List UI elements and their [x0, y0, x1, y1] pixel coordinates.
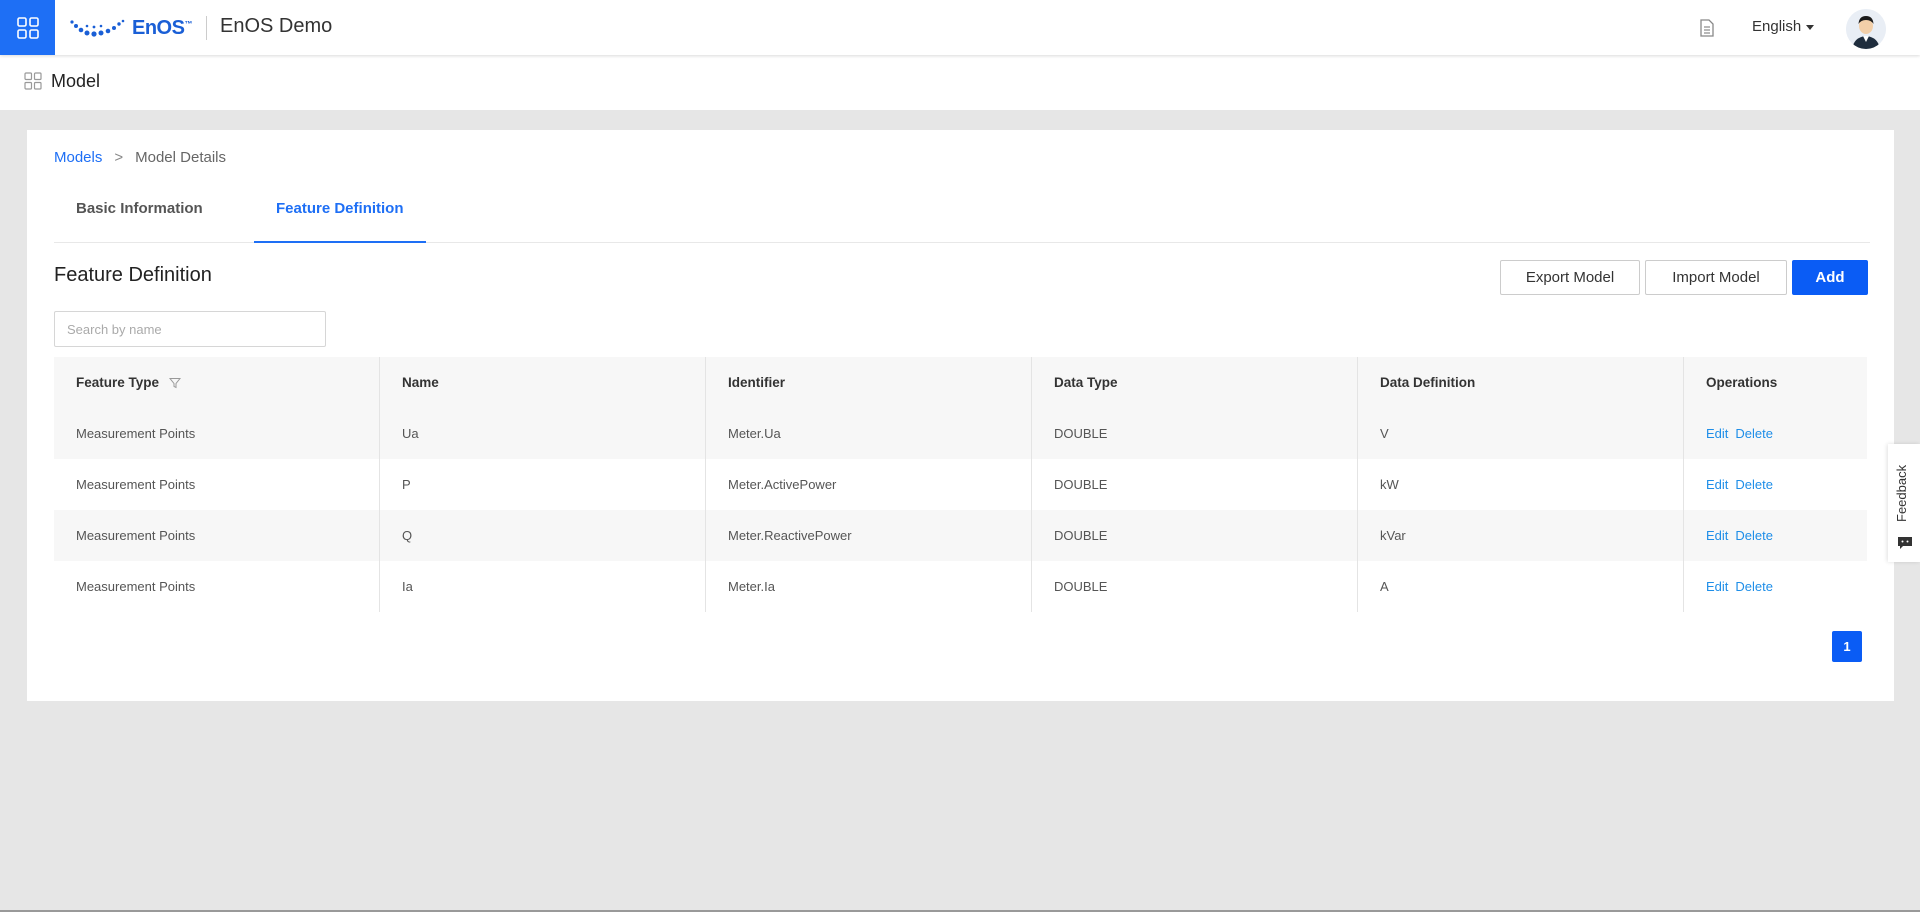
edit-link[interactable]: Edit: [1706, 528, 1728, 543]
cell-data-definition: V: [1358, 408, 1684, 459]
top-bar: EnOS™ EnOS Demo English: [0, 0, 1920, 55]
tab-basic-information[interactable]: Basic Information: [54, 190, 225, 243]
column-header-identifier: Identifier: [706, 357, 1032, 408]
cell-identifier: Meter.ActivePower: [706, 459, 1032, 510]
tab-feature-definition[interactable]: Feature Definition: [254, 190, 426, 243]
cell-data-definition: A: [1358, 561, 1684, 612]
export-model-button[interactable]: Export Model: [1500, 260, 1640, 295]
column-header-name: Name: [380, 357, 706, 408]
breadcrumb: Models > Model Details: [54, 149, 226, 166]
table-row: Measurement Points P Meter.ActivePower D…: [54, 459, 1867, 510]
edit-link[interactable]: Edit: [1706, 426, 1728, 441]
table-row: Measurement Points Ua Meter.Ua DOUBLE V …: [54, 408, 1867, 459]
column-header-data-type: Data Type: [1032, 357, 1358, 408]
delete-link[interactable]: Delete: [1735, 528, 1773, 543]
column-header-operations: Operations: [1706, 375, 1778, 390]
cell-identifier: Meter.ReactivePower: [706, 510, 1032, 561]
model-icon: [24, 72, 42, 90]
app-launcher-button[interactable]: [0, 0, 55, 55]
cell-data-definition: kVar: [1358, 510, 1684, 561]
cell-name: Q: [380, 510, 706, 561]
search-input[interactable]: [54, 311, 326, 347]
breadcrumb-models-link[interactable]: Models: [54, 149, 102, 166]
add-button[interactable]: Add: [1792, 260, 1868, 295]
breadcrumb-separator: >: [114, 149, 124, 166]
document-icon[interactable]: [1697, 18, 1717, 38]
app-title: EnOS Demo: [220, 15, 333, 37]
cell-feature-type: Measurement Points: [54, 510, 380, 561]
feature-table: Feature Type Name Identifier Data Type D…: [54, 357, 1867, 612]
cell-feature-type: Measurement Points: [54, 459, 380, 510]
cell-name: Ia: [380, 561, 706, 612]
cell-operations: Edit Delete: [1684, 459, 1867, 510]
edit-link[interactable]: Edit: [1706, 477, 1728, 492]
cell-data-type: DOUBLE: [1032, 561, 1358, 612]
cell-data-type: DOUBLE: [1032, 408, 1358, 459]
header-divider: [206, 16, 207, 40]
section-title: Feature Definition: [54, 264, 212, 286]
breadcrumb-current: Model Details: [135, 149, 226, 166]
cell-name: P: [380, 459, 706, 510]
user-avatar-icon: [1846, 9, 1886, 49]
user-avatar[interactable]: [1846, 9, 1886, 49]
cell-name: Ua: [380, 408, 706, 459]
cell-identifier: Meter.Ia: [706, 561, 1032, 612]
column-header-label: Feature Type: [76, 375, 160, 390]
cell-operations: Edit Delete: [1684, 510, 1867, 561]
delete-link[interactable]: Delete: [1735, 477, 1773, 492]
table-header-row: Feature Type Name Identifier Data Type D…: [54, 357, 1867, 408]
table-row: Measurement Points Q Meter.ReactivePower…: [54, 510, 1867, 561]
table-row: Measurement Points Ia Meter.Ia DOUBLE A …: [54, 561, 1867, 612]
cell-data-definition: kW: [1358, 459, 1684, 510]
language-label: English: [1752, 18, 1802, 35]
caret-down-icon: [1806, 24, 1815, 30]
column-header-feature-type: Feature Type: [54, 357, 380, 408]
edit-link[interactable]: Edit: [1706, 579, 1728, 594]
tab-bar: Basic Information Feature Definition: [54, 190, 1870, 243]
pagination-page-button[interactable]: 1: [1832, 631, 1862, 662]
cell-data-type: DOUBLE: [1032, 510, 1358, 561]
column-header-data-definition: Data Definition: [1358, 357, 1684, 408]
cell-data-type: DOUBLE: [1032, 459, 1358, 510]
sub-header: [0, 55, 1920, 110]
chat-icon: [1898, 537, 1912, 549]
main-card: Models > Model Details Basic Information…: [27, 130, 1894, 701]
import-model-button[interactable]: Import Model: [1645, 260, 1787, 295]
table-body: Measurement Points Ua Meter.Ua DOUBLE V …: [54, 408, 1867, 612]
feedback-tab[interactable]: Feedback: [1888, 444, 1920, 562]
delete-link[interactable]: Delete: [1735, 579, 1773, 594]
feedback-label: Feedback: [1894, 464, 1909, 522]
enos-logo[interactable]: EnOS™: [68, 12, 192, 44]
delete-link[interactable]: Delete: [1735, 426, 1773, 441]
cell-feature-type: Measurement Points: [54, 408, 380, 459]
grid-icon: [16, 16, 39, 39]
logo-dots-icon: [70, 19, 125, 37]
filter-icon[interactable]: [169, 377, 182, 389]
language-select[interactable]: English: [1752, 18, 1815, 35]
logo-text: EnOS™: [132, 16, 192, 39]
page-title: Model: [51, 71, 101, 91]
cell-operations: Edit Delete: [1684, 561, 1867, 612]
cell-operations: Edit Delete: [1684, 408, 1867, 459]
cell-identifier: Meter.Ua: [706, 408, 1032, 459]
cell-feature-type: Measurement Points: [54, 561, 380, 612]
